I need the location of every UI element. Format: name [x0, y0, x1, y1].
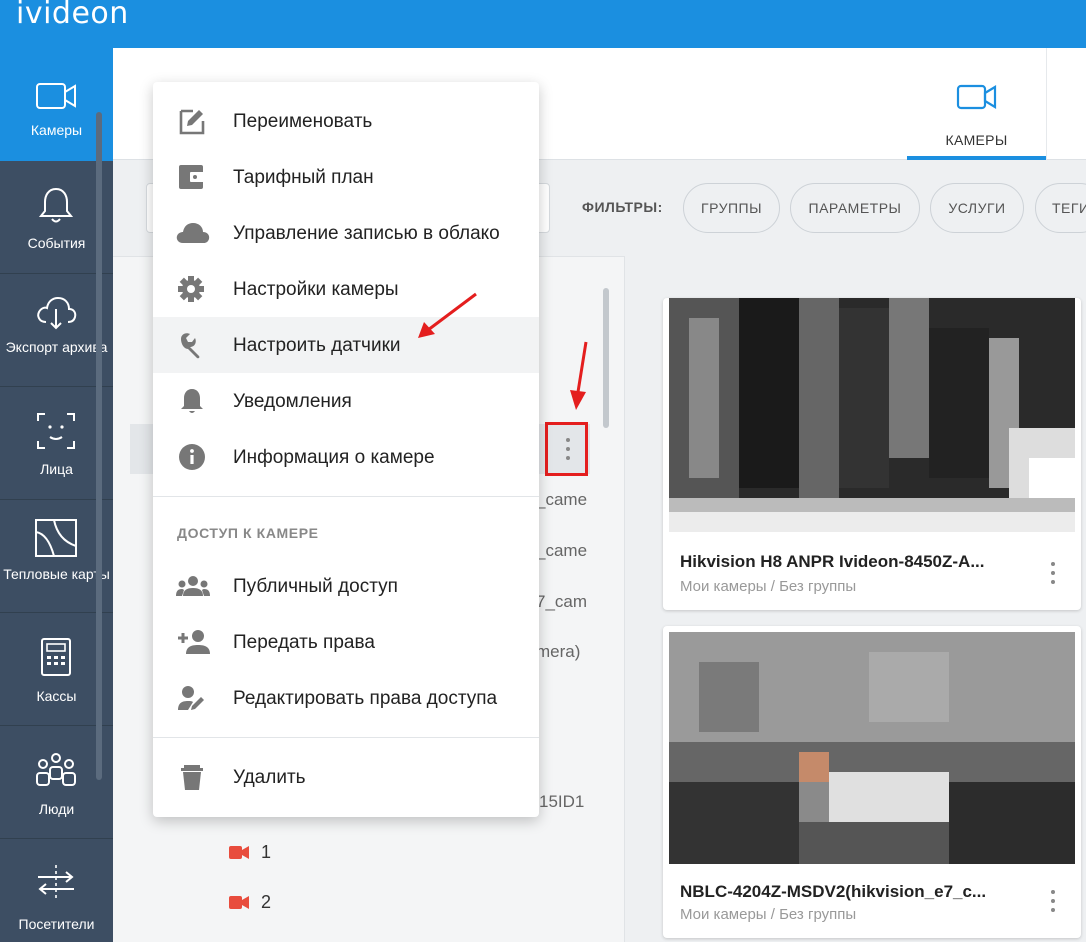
tab-label: КАМЕРЫ	[945, 132, 1008, 148]
annotation-arrow	[418, 292, 477, 338]
cloud-download-icon	[37, 296, 77, 330]
bell-icon	[38, 187, 74, 223]
sidebar-scrollbar[interactable]	[96, 112, 102, 780]
annotation-arrow	[570, 341, 588, 410]
menu-item-label: Уведомления	[233, 391, 352, 412]
sidebar-item-visitors[interactable]: Посетители	[0, 839, 113, 942]
wrench-icon	[181, 333, 200, 359]
menu-item-public-access[interactable]: Публичный доступ	[153, 558, 539, 614]
menu-item-label: Публичный доступ	[233, 576, 398, 597]
gear-icon	[178, 276, 204, 302]
camera-name-partial[interactable]: 15ID1	[539, 792, 584, 812]
camera-menu-button[interactable]	[545, 422, 588, 476]
person-edit-icon	[178, 686, 204, 710]
menu-item-label: Информация о камере	[233, 447, 435, 468]
camera-preview[interactable]	[669, 632, 1075, 864]
filter-chip-services[interactable]: УСЛУГИ	[930, 183, 1024, 233]
camera-card-title[interactable]: Hikvision H8 ANPR Ivideon-8450Z-A...	[680, 552, 985, 572]
camera-name-partial[interactable]: mera)	[536, 642, 580, 662]
camera-name-partial[interactable]: _came	[536, 541, 587, 561]
top-bar: ivideon	[0, 0, 1086, 48]
heatmap-icon	[35, 519, 77, 557]
info-icon	[179, 444, 205, 470]
person-add-icon	[178, 630, 210, 654]
visitors-icon	[38, 865, 74, 901]
more-vertical-icon	[566, 438, 570, 460]
sidebar-item-label: Люди	[38, 801, 75, 817]
menu-section-title: ДОСТУП К КАМЕРЕ	[177, 525, 319, 541]
camera-card-title[interactable]: NBLC-4204Z-MSDV2(hikvision_e7_c...	[680, 882, 986, 902]
menu-item-label: Тарифный план	[233, 167, 374, 188]
tab-cameras[interactable]: КАМЕРЫ	[907, 48, 1046, 160]
menu-item-label: Переименовать	[233, 111, 373, 132]
face-icon	[37, 413, 75, 449]
cash-register-icon	[41, 638, 71, 676]
menu-item-tariff[interactable]: Тарифный план	[153, 149, 539, 205]
filter-chip-parameters[interactable]: ПАРАМЕТРЫ	[790, 183, 920, 233]
camera-offline-icon	[229, 846, 249, 859]
list-scrollbar[interactable]	[603, 288, 609, 428]
menu-item-label: Передать права	[233, 632, 375, 653]
header-divider	[1046, 48, 1047, 160]
menu-divider	[153, 496, 539, 497]
menu-item-delete[interactable]: Удалить	[153, 749, 539, 805]
camera-card[interactable]: NBLC-4204Z-MSDV2(hikvision_e7_c... Мои к…	[663, 626, 1081, 938]
menu-item-label: Управление записью в облако	[233, 223, 500, 244]
filters-label: ФИЛЬТРЫ:	[582, 199, 663, 215]
camera-name-partial[interactable]: _came	[536, 490, 587, 510]
sub-camera-number[interactable]: 2	[261, 892, 271, 913]
more-vertical-icon[interactable]	[1051, 562, 1055, 584]
menu-divider	[153, 737, 539, 738]
group-icon	[176, 576, 210, 596]
camera-context-menu: Переименовать Тарифный план Управление з…	[153, 82, 539, 817]
menu-item-edit-access-rights[interactable]: Редактировать права доступа	[153, 670, 539, 726]
camera-name-partial[interactable]: 7_cam	[536, 592, 587, 612]
more-vertical-icon[interactable]	[1051, 890, 1055, 912]
menu-item-camera-info[interactable]: Информация о камере	[153, 429, 539, 485]
sidebar: Камеры События Экспорт архива Лица Тепло…	[0, 48, 113, 942]
ivideon-logo[interactable]: ivideon	[16, 0, 129, 31]
edit-icon	[179, 109, 205, 135]
menu-item-label: Настроить датчики	[233, 335, 401, 356]
wallet-icon	[179, 165, 205, 189]
menu-item-cloud-recording[interactable]: Управление записью в облако	[153, 205, 539, 261]
menu-item-rename[interactable]: Переименовать	[153, 93, 539, 149]
filter-chip-tags[interactable]: ТЕГИ	[1035, 183, 1086, 233]
camera-icon	[956, 84, 997, 110]
menu-item-transfer-rights[interactable]: Передать права	[153, 614, 539, 670]
camera-offline-icon	[229, 896, 249, 909]
menu-item-label: Удалить	[233, 767, 306, 788]
camera-card-subtitle: Мои камеры / Без группы	[680, 906, 857, 923]
filter-chip-groups[interactable]: ГРУППЫ	[683, 183, 780, 233]
tab-underline	[907, 156, 1046, 160]
sub-camera-number[interactable]: 1	[261, 842, 271, 863]
camera-preview[interactable]	[669, 298, 1075, 532]
trash-icon	[181, 765, 203, 790]
camera-card-subtitle: Мои камеры / Без группы	[680, 578, 857, 595]
bell-icon	[181, 389, 203, 413]
people-icon	[36, 753, 76, 786]
cloud-icon	[176, 223, 210, 243]
menu-item-label: Редактировать права доступа	[233, 688, 498, 709]
menu-item-notifications[interactable]: Уведомления	[153, 373, 539, 429]
camera-icon	[36, 83, 76, 109]
sidebar-item-label: Посетители	[18, 916, 95, 932]
menu-item-label: Настройки камеры	[233, 279, 399, 300]
camera-card[interactable]: Hikvision H8 ANPR Ivideon-8450Z-A... Мои…	[663, 298, 1081, 610]
